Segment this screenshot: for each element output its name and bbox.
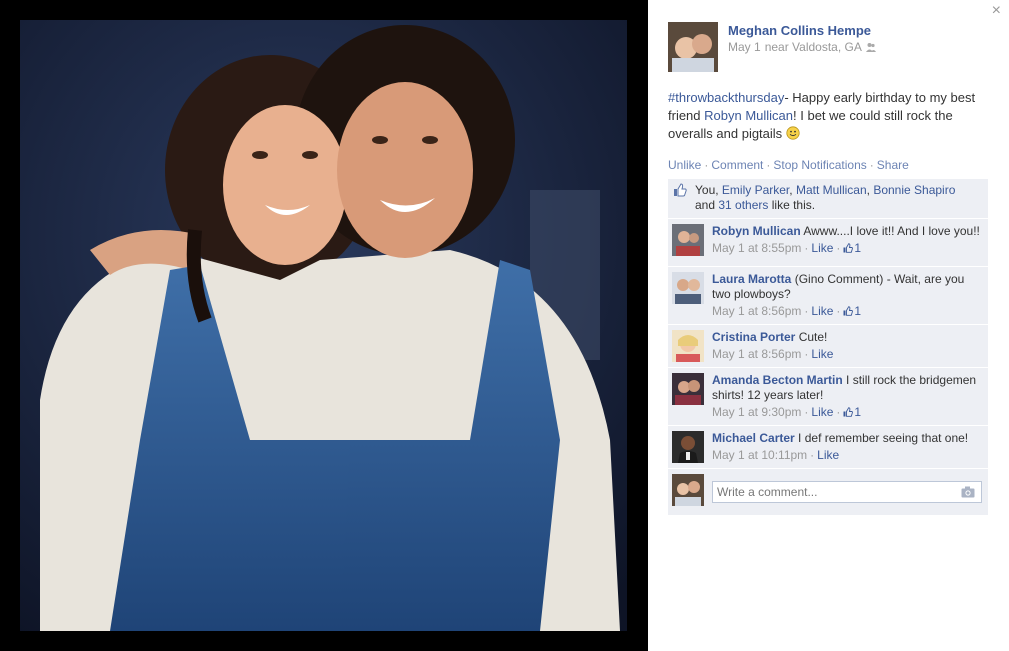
liker-link[interactable]: Bonnie Shapiro xyxy=(873,183,955,197)
like-count-value: 1 xyxy=(854,405,862,419)
photo-stage[interactable] xyxy=(0,0,648,651)
liker-link[interactable]: Emily Parker xyxy=(722,183,789,197)
separator: · xyxy=(804,241,809,255)
current-user-avatar xyxy=(672,474,704,506)
separator: · xyxy=(810,448,815,462)
feedback-box: You, Emily Parker, Matt Mullican, Bonnie… xyxy=(668,179,988,515)
separator: · xyxy=(804,405,809,419)
commenter-avatar[interactable] xyxy=(672,431,704,463)
smiley-icon xyxy=(786,126,800,140)
comment-text-block: Cristina Porter Cute! xyxy=(712,330,980,345)
mention-link[interactable]: Robyn Mullican xyxy=(704,108,793,123)
separator: · xyxy=(804,347,809,361)
like-count-value: 1 xyxy=(854,304,862,318)
post-meta: May 1 near Valdosta, GA xyxy=(728,40,876,54)
commenter-name-link[interactable]: Laura Marotta xyxy=(712,272,791,286)
others-link[interactable]: 31 others xyxy=(718,198,768,212)
comment-meta: May 1 at 8:56pm · Like xyxy=(712,347,980,362)
thumbs-up-icon xyxy=(843,306,854,316)
comment-like-count[interactable]: 1 xyxy=(843,405,861,419)
post-date-link[interactable]: May 1 xyxy=(728,40,761,54)
likes-and: and xyxy=(695,198,719,212)
comment-meta: May 1 at 10:11pm · Like xyxy=(712,448,980,463)
comment-input[interactable]: Write a comment... xyxy=(712,481,982,503)
comment-time[interactable]: May 1 at 8:55pm xyxy=(712,241,801,255)
commenter-avatar[interactable] xyxy=(672,272,704,304)
commenter-name-link[interactable]: Cristina Porter xyxy=(712,330,795,344)
comment-item: Amanda Becton Martin I still rock the br… xyxy=(668,368,988,426)
liker-link[interactable]: Matt Mullican xyxy=(796,183,867,197)
post-caption: #throwbackthursday- Happy early birthday… xyxy=(668,89,988,143)
author-name-link[interactable]: Meghan Collins Hempe xyxy=(728,23,871,38)
comment-meta: May 1 at 9:30pm · Like · 1 xyxy=(712,405,980,420)
commenter-avatar[interactable] xyxy=(672,224,704,256)
comment-like-link[interactable]: Like xyxy=(811,347,833,361)
comment-item: Cristina Porter Cute! May 1 at 8:56pm · Li… xyxy=(668,325,988,368)
commenter-name-link[interactable]: Robyn Mullican xyxy=(712,224,801,238)
camera-icon[interactable] xyxy=(961,486,975,498)
comment-meta: May 1 at 8:55pm · Like · 1 xyxy=(712,241,980,256)
comment-input-placeholder: Write a comment... xyxy=(717,485,818,499)
comment-text: I def remember seeing that one! xyxy=(798,431,969,445)
post-actions: Unlike · Comment · Stop Notifications · Share xyxy=(668,158,909,172)
separator: · xyxy=(766,158,771,172)
comment-composer: Write a comment... xyxy=(668,469,988,509)
comment-item: Michael Carter I def remember seeing tha… xyxy=(668,426,988,469)
separator: · xyxy=(869,158,874,172)
stop-notifications-link[interactable]: Stop Notifications xyxy=(773,158,866,172)
comment-text-block: Laura Marotta (Gino Comment) - Wait, are… xyxy=(712,272,980,302)
like-count-value: 1 xyxy=(854,241,862,255)
people-icon xyxy=(865,43,876,52)
thumbs-up-icon xyxy=(843,243,854,253)
comment-like-link[interactable]: Like xyxy=(811,241,833,255)
comment-item: Robyn Mullican Awww....I love it!! And I… xyxy=(668,219,988,267)
thumbs-up-icon xyxy=(674,183,687,197)
post-location: near Valdosta, GA xyxy=(764,40,862,54)
comment-like-link[interactable]: Like xyxy=(811,405,833,419)
comment-text-block: Amanda Becton Martin I still rock the br… xyxy=(712,373,980,403)
photo-image xyxy=(20,20,627,631)
separator: · xyxy=(804,304,809,318)
likes-you: You, xyxy=(695,183,722,197)
commenter-name-link[interactable]: Michael Carter xyxy=(712,431,795,445)
comment-text: Awww....I love it!! And I love you!! xyxy=(803,224,980,238)
likes-suffix: like this. xyxy=(768,198,816,212)
hashtag-link[interactable]: #throwbackthursday xyxy=(668,90,784,105)
author-avatar[interactable] xyxy=(668,22,718,72)
separator: · xyxy=(836,241,841,255)
share-link[interactable]: Share xyxy=(877,158,909,172)
comment-text-block: Michael Carter I def remember seeing tha… xyxy=(712,431,980,446)
separator: · xyxy=(836,304,841,318)
comment-like-link[interactable]: Like xyxy=(811,304,833,318)
separator: · xyxy=(836,405,841,419)
commenter-avatar[interactable] xyxy=(672,330,704,362)
comment-item: Laura Marotta (Gino Comment) - Wait, are… xyxy=(668,267,988,325)
comment-like-count[interactable]: 1 xyxy=(843,241,861,255)
post-panel: × Meghan Collins Hempe May 1 near Valdos… xyxy=(648,0,1009,651)
comment-like-link[interactable]: Like xyxy=(817,448,839,462)
separator: , xyxy=(789,183,796,197)
thumbs-up-icon xyxy=(843,407,854,417)
close-icon[interactable]: × xyxy=(992,2,1001,20)
commenter-avatar[interactable] xyxy=(672,373,704,405)
commenter-name-link[interactable]: Amanda Becton Martin xyxy=(712,373,843,387)
comment-time[interactable]: May 1 at 10:11pm xyxy=(712,448,807,462)
unlike-link[interactable]: Unlike xyxy=(668,158,701,172)
comment-text-block: Robyn Mullican Awww....I love it!! And I… xyxy=(712,224,980,239)
comment-text: Cute! xyxy=(798,330,828,344)
comment-meta: May 1 at 8:56pm · Like · 1 xyxy=(712,304,980,319)
comment-time[interactable]: May 1 at 9:30pm xyxy=(712,405,801,419)
separator: · xyxy=(704,158,709,172)
comment-time[interactable]: May 1 at 8:56pm xyxy=(712,304,801,318)
comment-time[interactable]: May 1 at 8:56pm xyxy=(712,347,801,361)
comment-link[interactable]: Comment xyxy=(711,158,763,172)
comment-like-count[interactable]: 1 xyxy=(843,304,861,318)
likes-summary: You, Emily Parker, Matt Mullican, Bonnie… xyxy=(668,179,988,219)
